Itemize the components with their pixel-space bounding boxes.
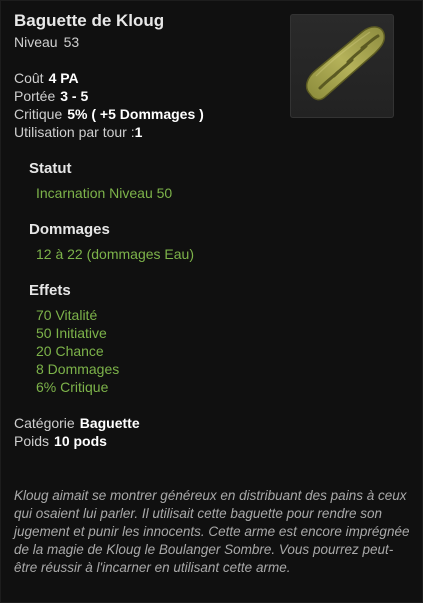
item-image: [290, 14, 394, 118]
item-stats: Coût 4 PA Portée 3 - 5 Critique 5% ( +5 Dom…: [14, 69, 204, 141]
effects-list: 70 Vitalité 50 Initiative 20 Chance 8 Do…: [36, 306, 119, 396]
weight-row: Poids 10 pods: [14, 432, 140, 450]
uses-row: Utilisation par tour :1: [14, 123, 204, 141]
critical-row: Critique 5% ( +5 Dommages ): [14, 105, 204, 123]
effect-item: 6% Critique: [36, 379, 109, 395]
range-label: Portée: [14, 88, 56, 104]
weight-value: 10 pods: [54, 433, 107, 449]
effect-item: 70 Vitalité: [36, 307, 98, 323]
item-tooltip-panel: Baguette de Kloug Niveau 53 Coût 4 PA Po…: [0, 0, 423, 603]
level-value: 53: [63, 34, 80, 50]
range-value: 3 - 5: [60, 88, 89, 104]
dommages-text: 12 à 22 (dommages Eau): [36, 246, 194, 262]
uses-value: 1: [134, 124, 143, 140]
effets-heading: Effets: [29, 282, 71, 299]
baguette-bread-icon: [305, 26, 386, 101]
cost-label: Coût: [14, 70, 44, 86]
category-value: Baguette: [79, 415, 140, 431]
cost-row: Coût 4 PA: [14, 69, 204, 87]
category-label: Catégorie: [14, 415, 75, 431]
statut-heading: Statut: [29, 160, 72, 177]
critical-value: 5% ( +5 Dommages ): [67, 106, 204, 122]
item-level: Niveau 53: [14, 34, 79, 50]
item-category: Catégorie Baguette Poids 10 pods: [14, 414, 140, 450]
level-label: Niveau: [14, 34, 58, 50]
weight-label: Poids: [14, 433, 50, 449]
effect-item: 8 Dommages: [36, 361, 120, 377]
effect-item: 50 Initiative: [36, 325, 107, 341]
statut-text: Incarnation Niveau 50: [36, 185, 173, 201]
cost-value: 4 PA: [48, 70, 79, 86]
dommages-heading: Dommages: [29, 221, 110, 238]
item-name: Baguette de Kloug: [14, 11, 165, 30]
effect-item: 20 Chance: [36, 343, 104, 359]
uses-label: Utilisation par tour :: [14, 124, 135, 140]
category-row: Catégorie Baguette: [14, 414, 140, 432]
critical-label: Critique: [14, 106, 63, 122]
item-description: Kloug aimait se montrer généreux en dist…: [14, 488, 410, 575]
range-row: Portée 3 - 5: [14, 87, 204, 105]
